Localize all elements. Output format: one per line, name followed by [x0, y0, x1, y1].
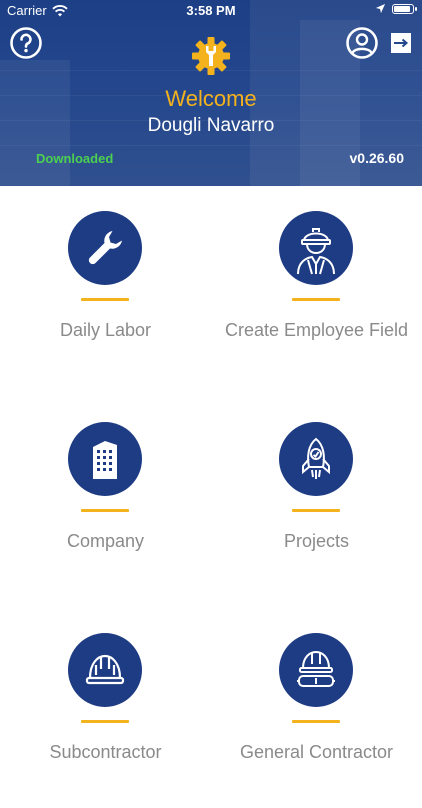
rocket-icon [279, 422, 353, 496]
wrench-icon [68, 211, 142, 285]
header-banner: Carrier 3:58 PM Welcome Dougli Navarro D… [0, 0, 422, 186]
tile-label: Create Employee Field [224, 320, 409, 340]
tile-underline [81, 298, 129, 301]
battery-icon [392, 3, 417, 14]
tile-label: Subcontractor [49, 742, 162, 762]
location-arrow-icon [375, 3, 386, 14]
version-label: v0.26.60 [349, 150, 405, 166]
building-icon [68, 422, 142, 496]
tile-underline [292, 720, 340, 723]
tile-label: General Contractor [239, 742, 394, 762]
tile-underline [292, 509, 340, 512]
menu-tile-subcontractor[interactable]: Subcontractor [0, 608, 211, 808]
tile-underline [292, 298, 340, 301]
logout-icon[interactable] [390, 32, 412, 54]
tile-label: Company [66, 531, 145, 551]
battery-level [394, 5, 411, 12]
hard-hat-icon [68, 633, 142, 707]
sync-status-label: Downloaded [36, 151, 114, 166]
tile-underline [81, 509, 129, 512]
tile-label: Projects [283, 531, 350, 551]
welcome-heading: Welcome [165, 86, 257, 111]
menu-tile-daily-labor[interactable]: Daily Labor [0, 186, 211, 386]
hard-hat-goggles-icon [279, 633, 353, 707]
menu-tile-company[interactable]: Company [0, 397, 211, 597]
menu-tile-projects[interactable]: Projects [211, 397, 422, 597]
status-time: 3:58 PM [186, 3, 236, 18]
menu-tile-create-employee-field[interactable]: Create Employee Field [211, 186, 422, 386]
help-icon[interactable] [9, 26, 43, 60]
tile-underline [81, 720, 129, 723]
tile-label: Daily Labor [59, 320, 152, 340]
app-logo-gear-icon [192, 37, 230, 75]
status-bar: Carrier 3:58 PM [0, 0, 422, 20]
user-name: Dougli Navarro [147, 115, 275, 136]
profile-icon[interactable] [345, 26, 379, 60]
worker-icon [279, 211, 353, 285]
menu-tile-general-contractor[interactable]: General Contractor [211, 608, 422, 808]
